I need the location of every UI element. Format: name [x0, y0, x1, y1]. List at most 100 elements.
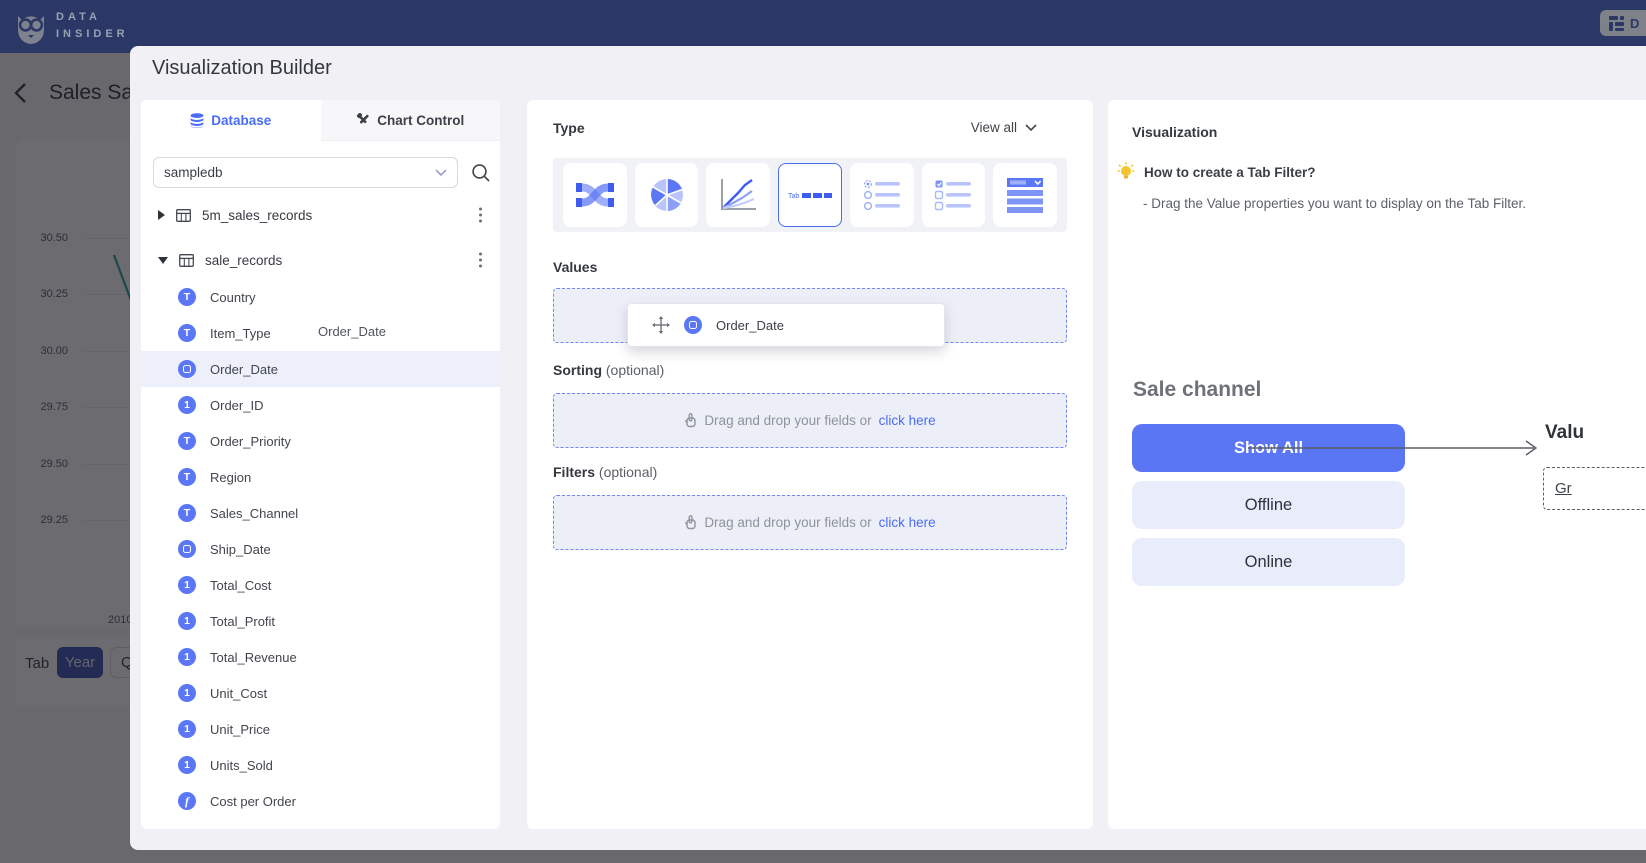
dashboard-button[interactable]: D — [1600, 10, 1646, 36]
drag-hand-icon — [684, 515, 697, 530]
chevron-down-icon — [435, 169, 447, 176]
field-name: Total_Revenue — [210, 650, 297, 665]
number-field-icon: 1 — [178, 648, 196, 666]
visualization-header: Visualization — [1132, 124, 1217, 140]
dragged-field-name: Order_Date — [716, 318, 784, 333]
visualization-builder-modal: Visualization Builder Database Chart C — [130, 46, 1646, 850]
tree-table-sale-records[interactable]: sale_records — [141, 243, 500, 277]
field-name: Cost per Order — [210, 794, 296, 809]
table-icon — [179, 254, 194, 267]
annotation-link[interactable]: Gr — [1555, 480, 1572, 497]
annotation-heading: Valu — [1545, 422, 1584, 444]
field-name: Order_Date — [210, 362, 278, 377]
field-name: Sales_Channel — [210, 506, 298, 521]
chart-type-dropdown[interactable] — [993, 163, 1057, 227]
channel-button-offline[interactable]: Offline — [1132, 481, 1405, 529]
kebab-menu-icon[interactable] — [479, 208, 482, 223]
tree-field-cost-per-order[interactable]: f Cost per Order — [141, 783, 500, 819]
click-here-link[interactable]: click here — [879, 413, 936, 428]
number-field-icon: 1 — [178, 756, 196, 774]
tree-field-total-revenue[interactable]: 1 Total_Revenue — [141, 639, 500, 675]
svg-text:Tab: Tab — [788, 193, 799, 200]
filters-dropzone[interactable]: Drag and drop your fields or click here — [553, 495, 1067, 550]
field-name: Item_Type — [210, 326, 271, 341]
modal-title: Visualization Builder — [152, 57, 332, 80]
tab-database[interactable]: Database — [141, 100, 321, 141]
database-select-value: sampledb — [164, 165, 223, 180]
field-name: Order_ID — [210, 398, 263, 413]
chart-type-radio-list[interactable] — [850, 163, 914, 227]
values-section-label: Values — [553, 259, 597, 275]
field-name: Ship_Date — [210, 542, 271, 557]
tree-field-region[interactable]: TRegion — [141, 459, 500, 495]
sorting-section-label: Sorting (optional) — [553, 362, 664, 378]
tree-field-units-sold[interactable]: 1 Units_Sold — [141, 747, 500, 783]
chart-type-strip: Tab — [553, 158, 1067, 232]
table-icon — [176, 209, 191, 222]
search-icon[interactable] — [471, 163, 491, 183]
tree-field-unit-cost[interactable]: 1Unit_Cost — [141, 675, 500, 711]
owl-logo-icon — [12, 8, 50, 46]
tree-field-unit-price[interactable]: 1 Unit_Price — [141, 711, 500, 747]
text-field-icon: T — [178, 468, 196, 486]
tree-field-total-profit[interactable]: 1 Total_Profit — [141, 603, 500, 639]
tip-title: How to create a Tab Filter? — [1144, 165, 1316, 180]
type-section-label: Type — [553, 120, 585, 136]
chart-type-line[interactable] — [706, 163, 770, 227]
function-field-icon: f — [178, 792, 196, 810]
tools-icon — [356, 113, 370, 127]
field-name: Order_Priority — [210, 434, 291, 449]
collapse-arrow-icon[interactable] — [158, 257, 168, 264]
tree-field-order-id[interactable]: 1Order_ID — [141, 387, 500, 423]
click-here-link[interactable]: click here — [879, 515, 936, 530]
number-field-icon: 1 — [178, 612, 196, 630]
lightbulb-icon — [1117, 162, 1135, 182]
text-field-icon: T — [178, 288, 196, 306]
view-all-button[interactable]: View all — [971, 120, 1037, 135]
tree-field-total-cost[interactable]: 1Total_Cost — [141, 567, 500, 603]
number-field-icon: 1 — [178, 720, 196, 738]
field-name: Country — [210, 290, 256, 305]
field-name: Unit_Price — [210, 722, 270, 737]
tab-chart-control-label: Chart Control — [377, 113, 464, 128]
channel-button-online[interactable]: Online — [1132, 538, 1405, 586]
tree-field-order-date[interactable]: Order_Date — [141, 351, 500, 387]
date-field-icon — [178, 540, 196, 558]
chevron-down-icon — [1025, 124, 1037, 131]
chart-type-pie[interactable] — [635, 163, 699, 227]
text-field-icon: T — [178, 324, 196, 342]
date-field-icon — [178, 360, 196, 378]
database-icon — [190, 113, 204, 128]
field-name: Total_Profit — [210, 614, 275, 629]
chart-type-tab-filter[interactable]: Tab — [778, 163, 842, 227]
number-field-icon: 1 — [178, 684, 196, 702]
chart-type-checkbox-list[interactable] — [922, 163, 986, 227]
number-field-icon: 1 — [178, 576, 196, 594]
tree-table-5m-sales-records[interactable]: 5m_sales_records — [141, 198, 500, 232]
builder-panel: Type View all Tab Values Drag and drop y… — [527, 100, 1093, 829]
left-panel: Database Chart Control sampledb — [141, 100, 500, 829]
tree-field-order-priority[interactable]: T Order_Priority — [141, 423, 500, 459]
sorting-dropzone[interactable]: Drag and drop your fields or click here — [553, 393, 1067, 448]
tree-field-sales-channel[interactable]: T Sales_Channel — [141, 495, 500, 531]
chart-type-sankey[interactable] — [563, 163, 627, 227]
pill-label: D — [1630, 16, 1639, 31]
layout-grid-icon — [1609, 16, 1624, 31]
filters-section-label: Filters (optional) — [553, 464, 657, 480]
tree-field-country[interactable]: T Country — [141, 279, 500, 315]
kebab-menu-icon[interactable] — [479, 253, 482, 268]
expand-arrow-icon[interactable] — [158, 210, 165, 220]
annotation-box: Gr — [1543, 467, 1646, 510]
drag-hand-icon — [684, 413, 697, 428]
field-name: Units_Sold — [210, 758, 273, 773]
text-field-icon: T — [178, 432, 196, 450]
tree-field-ship-date[interactable]: Ship_Date — [141, 531, 500, 567]
dragged-field-chip[interactable]: Order_Date — [627, 303, 945, 347]
text-field-icon: T — [178, 504, 196, 522]
field-list: TCountryTItem_TypeOrder_Date1Order_IDTOr… — [141, 279, 500, 819]
drag-source-ghost: Order_Date — [318, 324, 386, 339]
tip-body: - Drag the Value properties you want to … — [1143, 196, 1526, 211]
date-field-icon — [684, 316, 702, 334]
tab-chart-control[interactable]: Chart Control — [321, 100, 501, 141]
database-select[interactable]: sampledb — [153, 157, 458, 188]
